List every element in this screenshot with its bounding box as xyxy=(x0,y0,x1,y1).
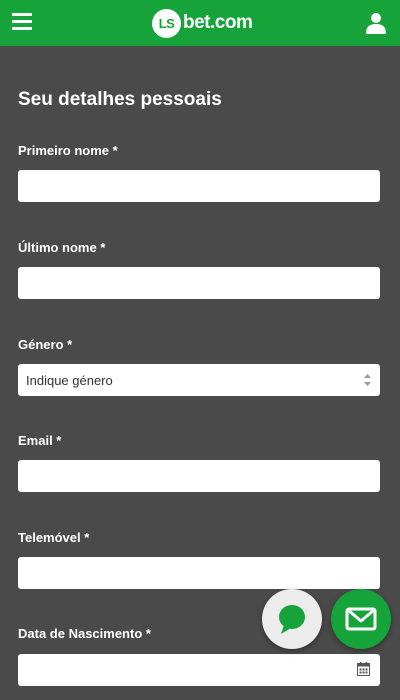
contact-mail-button[interactable] xyxy=(331,589,391,649)
envelope-icon xyxy=(345,607,377,631)
gender-select[interactable]: Indique género xyxy=(18,364,380,396)
phone-label: Telemóvel * xyxy=(18,530,90,545)
first-name-label: Primeiro nome * xyxy=(18,143,118,158)
gender-label: Género * xyxy=(18,337,73,352)
lsbet-logo[interactable]: LS bet.com xyxy=(152,8,253,38)
chat-button[interactable] xyxy=(262,589,322,649)
first-name-input[interactable] xyxy=(18,170,380,202)
email-label: Email * xyxy=(18,433,62,448)
calendar-icon[interactable] xyxy=(357,662,370,676)
chat-bubble-icon xyxy=(279,605,305,634)
select-arrows-icon xyxy=(364,374,371,386)
hamburger-menu-icon[interactable] xyxy=(12,13,32,31)
email-input[interactable] xyxy=(18,460,380,492)
gender-select-value: Indique género xyxy=(26,372,113,388)
phone-input[interactable] xyxy=(18,557,380,589)
page-title: Seu detalhes pessoais xyxy=(18,89,222,110)
user-icon[interactable] xyxy=(366,12,386,34)
last-name-input[interactable] xyxy=(18,267,380,299)
logo-badge: LS xyxy=(152,8,181,38)
birthdate-input[interactable] xyxy=(18,654,380,686)
top-bar: LS bet.com xyxy=(0,0,400,46)
last-name-label: Último nome * xyxy=(18,240,106,255)
logo-text: bet.com xyxy=(183,12,253,33)
birthdate-label: Data de Nascimento * xyxy=(18,626,151,641)
